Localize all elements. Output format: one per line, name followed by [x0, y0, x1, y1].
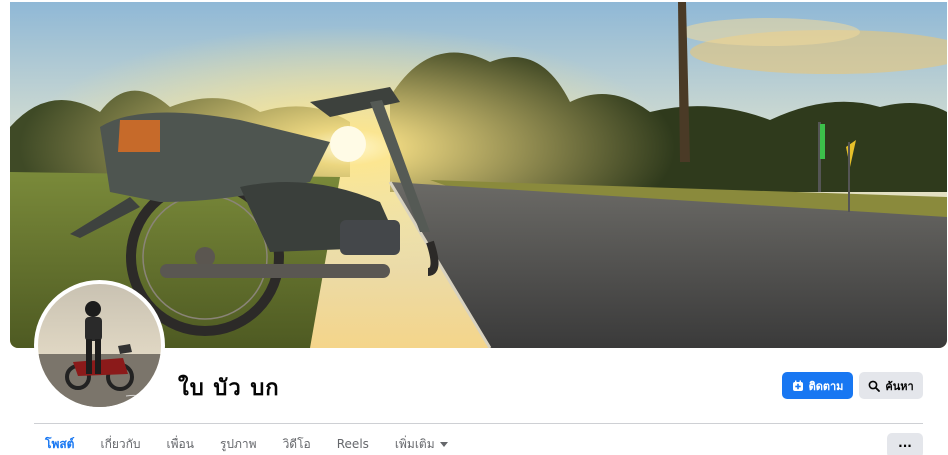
profile-avatar[interactable]: [34, 280, 165, 411]
caret-down-icon: [439, 441, 448, 447]
follow-plus-icon: [792, 380, 804, 392]
profile-page: ใบ บัว บก ติดตาม ค้นหา โพสต์ เกี่ยวกับ เ…: [0, 0, 948, 455]
tab-posts[interactable]: โพสต์: [34, 435, 75, 454]
profile-name: ใบ บัว บก: [178, 376, 280, 401]
cover-photo[interactable]: [10, 2, 947, 348]
profile-tabs: โพสต์ เกี่ยวกับ เพื่อน รูปภาพ วิดีโอ Ree…: [34, 433, 473, 455]
avatar-photo: [38, 284, 161, 407]
header-divider: [34, 423, 923, 424]
tab-more[interactable]: เพิ่มเติม: [394, 435, 449, 454]
search-icon: [868, 380, 881, 392]
cover-photo-image: [10, 2, 947, 348]
tab-videos[interactable]: วิดีโอ: [282, 435, 312, 454]
more-options-button[interactable]: ···: [887, 433, 923, 455]
search-button-label: ค้นหา: [885, 379, 914, 393]
search-button[interactable]: ค้นหา: [859, 372, 923, 399]
tab-friends[interactable]: เพื่อน: [166, 435, 195, 454]
follow-button-label: ติดตาม: [808, 379, 844, 393]
tab-about[interactable]: เกี่ยวกับ: [99, 435, 141, 454]
tab-photos[interactable]: รูปภาพ: [219, 435, 258, 454]
tab-reels[interactable]: Reels: [336, 437, 370, 451]
follow-button[interactable]: ติดตาม: [782, 372, 853, 399]
tab-more-label: เพิ่มเติม: [394, 436, 435, 451]
